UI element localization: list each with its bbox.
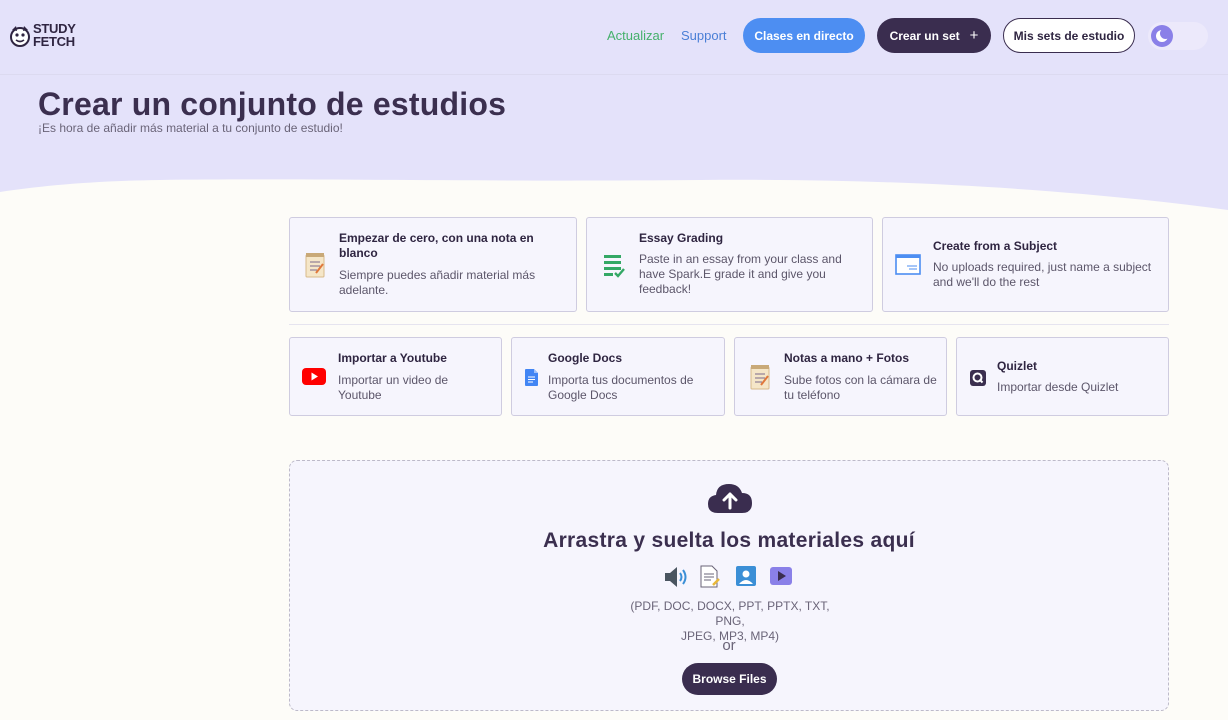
option-title: Create from a Subject [933,239,1058,253]
youtube-icon [302,368,326,385]
my-study-sets-label: Mis sets de estudio [1013,28,1125,43]
page-title: Crear un conjunto de estudios [38,86,507,122]
theme-toggle[interactable] [1148,22,1208,50]
option-description: Importa tus documentos de Google Docs [548,373,694,402]
quizlet-icon [970,370,986,386]
create-set-button[interactable]: Crear un set + [877,18,991,53]
option-title: Essay Grading [639,231,724,245]
option-description: Importar un video de Youtube [338,373,449,402]
handwritten-notes-photos-option[interactable]: Notas a mano + Fotos Sube fotos con la c… [734,337,947,416]
moon-icon [1151,25,1173,47]
option-title: Notas a mano + Fotos [784,351,910,365]
or-separator: or [722,637,736,654]
option-description: Sube fotos con la cámara de tu teléfono [784,373,937,402]
formats-line-1: (PDF, DOC, DOCX, PPT, PPTX, TXT, PNG, [630,599,830,628]
plus-icon: + [969,27,979,44]
video-icon [769,565,793,592]
image-icon [735,565,757,592]
page-subtitle: ¡Es hora de añadir más material a tu con… [38,121,343,135]
speaker-icon [663,565,689,594]
essay-grading-option[interactable]: Essay Grading Paste in an essay from you… [586,217,873,312]
option-title: Importar a Youtube [338,351,447,365]
file-type-icons [663,565,797,589]
browse-files-label: Browse Files [692,672,767,686]
logo-line-2: FETCH [33,34,75,49]
support-link[interactable]: Support [681,28,727,43]
checklist-icon [604,255,625,278]
option-title: Empezar de cero, con una nota en blanco [339,231,534,260]
live-classes-button[interactable]: Clases en directo [743,18,865,53]
notepad-icon [750,365,770,390]
google-docs-icon [525,369,538,386]
file-dropzone[interactable]: Arrastra y suelta los materiales aquí (P… [289,460,1169,711]
studyfetch-logo[interactable]: STUDY FETCH [8,20,88,52]
document-icon [699,565,721,594]
create-set-label: Crear un set [889,28,960,43]
section-divider [289,324,1169,325]
create-from-subject-option[interactable]: Create from a Subject No uploads require… [882,217,1169,312]
subject-window-icon [895,254,921,275]
notepad-icon [305,253,325,278]
cloud-upload-icon [708,484,752,513]
option-description: Paste in an essay from your class and ha… [639,252,842,296]
import-quizlet-option[interactable]: Quizlet Importar desde Quizlet [956,337,1169,416]
option-description: Siempre puedes añadir material más adela… [339,268,536,297]
update-link[interactable]: Actualizar [607,28,664,43]
option-description: Importar desde Quizlet [997,380,1119,394]
import-google-docs-option[interactable]: Google Docs Importa tus documentos de Go… [511,337,725,416]
browse-files-button[interactable]: Browse Files [682,663,777,695]
blank-note-option[interactable]: Empezar de cero, con una nota en blanco … [289,217,577,312]
top-navigation-bar: STUDY FETCH Actualizar Support Clases en… [0,0,1228,75]
option-title: Google Docs [548,351,623,365]
option-title: Quizlet [997,359,1038,373]
logo-mascot-icon [10,26,30,47]
live-classes-label: Clases en directo [754,28,854,43]
import-youtube-option[interactable]: Importar a Youtube Importar un video de … [289,337,502,416]
logo-wordmark: STUDY FETCH [33,22,76,48]
my-study-sets-button[interactable]: Mis sets de estudio [1003,18,1135,53]
dropzone-title: Arrastra y suelta los materiales aquí [543,529,915,552]
option-description: No uploads required, just name a subject… [933,260,1152,289]
